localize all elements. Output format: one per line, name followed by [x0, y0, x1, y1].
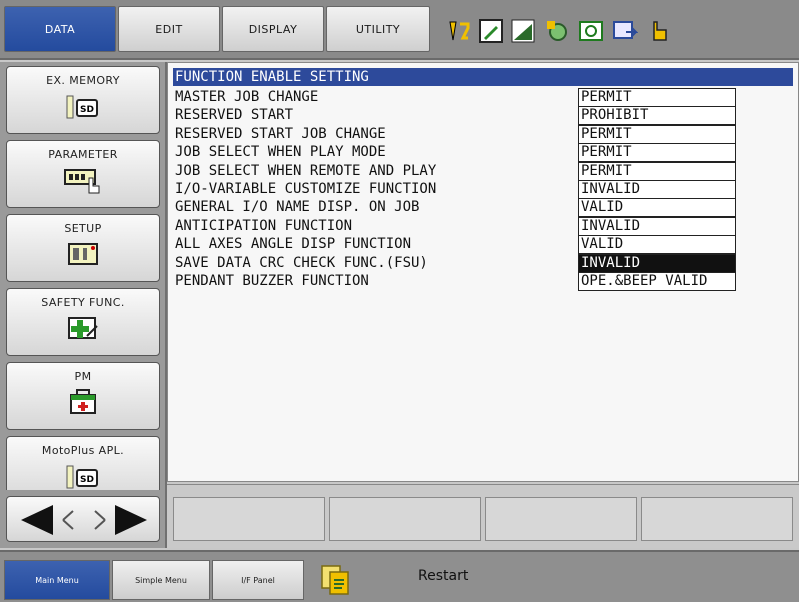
- setting-value-field[interactable]: PROHIBIT: [578, 106, 736, 126]
- parameter-button[interactable]: PARAMETER: [6, 140, 160, 208]
- safety-func-button[interactable]: SAFETY FUNC.: [6, 288, 160, 356]
- setting-value-field[interactable]: OPE.&BEEP VALID: [578, 272, 736, 291]
- setting-value-field[interactable]: PERMIT: [578, 143, 736, 163]
- setting-row: RESERVED START PROHIBIT: [175, 105, 795, 126]
- softkey-4[interactable]: [641, 497, 793, 541]
- restart-pages-icon[interactable]: [318, 562, 356, 598]
- edit-mode-icon[interactable]: [478, 18, 504, 44]
- setup-button[interactable]: SETUP: [6, 214, 160, 282]
- setting-value-field[interactable]: INVALID: [578, 180, 736, 199]
- softkey-1[interactable]: [173, 497, 325, 541]
- setting-row: I/O-VARIABLE CUSTOMIZE FUNCTION INVALID: [175, 179, 795, 199]
- tab-display[interactable]: DISPLAY: [222, 6, 324, 52]
- footer-bar: Main Menu Simple Menu I/F Panel Restart: [0, 550, 799, 602]
- top-menu-bar: DATA EDIT DISPLAY UTILITY: [0, 0, 799, 60]
- sd-card-icon: SD: [66, 95, 98, 119]
- side-menu: EX. MEMORY SD PARAMETER SETUP SAFETY FUN…: [0, 62, 167, 548]
- setting-label: RESERVED START: [175, 107, 294, 124]
- setting-value-field[interactable]: PERMIT: [578, 161, 736, 181]
- svg-text:SD: SD: [80, 105, 94, 115]
- setting-label: ANTICIPATION FUNCTION: [175, 217, 353, 234]
- setting-value-field[interactable]: INVALID: [578, 216, 736, 236]
- tab-utility[interactable]: UTILITY: [326, 6, 430, 52]
- setting-value-field[interactable]: PERMIT: [578, 88, 736, 107]
- page-arrows-icon: [21, 505, 147, 535]
- restart-label[interactable]: Restart: [418, 568, 468, 584]
- setting-row: RESERVED START JOB CHANGE PERMIT: [175, 124, 795, 144]
- page-nav: [0, 490, 167, 548]
- main-menu-tab[interactable]: Main Menu: [4, 560, 110, 600]
- svg-text:SD: SD: [80, 475, 94, 485]
- simple-menu-tab[interactable]: Simple Menu: [112, 560, 210, 600]
- setting-label: MASTER JOB CHANGE: [175, 89, 319, 105]
- softkey-strip: [167, 484, 799, 548]
- setting-row: ALL AXES ANGLE DISP FUNCTION VALID: [175, 234, 795, 255]
- setting-row: JOB SELECT WHEN REMOTE AND PLAY PERMIT: [175, 161, 795, 181]
- setting-label: SAVE DATA CRC CHECK FUNC.(FSU): [175, 254, 428, 271]
- setting-value-field[interactable]: VALID: [578, 198, 736, 218]
- setting-label: JOB SELECT WHEN PLAY MODE: [175, 144, 386, 161]
- function-enable-setting-panel: FUNCTION ENABLE SETTING MASTER JOB CHANG…: [167, 62, 799, 482]
- signal-bars-icon[interactable]: [510, 18, 536, 44]
- setting-value-field[interactable]: INVALID: [578, 253, 736, 273]
- setting-label: RESERVED START JOB CHANGE: [175, 125, 386, 142]
- pointing-hand-icon[interactable]: [646, 18, 672, 44]
- camera-icon[interactable]: [578, 18, 604, 44]
- setting-label: GENERAL I/O NAME DISP. ON JOB: [175, 199, 420, 216]
- tab-edit[interactable]: EDIT: [118, 6, 220, 52]
- setting-row: GENERAL I/O NAME DISP. ON JOB VALID: [175, 197, 795, 218]
- setting-row: SAVE DATA CRC CHECK FUNC.(FSU) INVALID: [175, 253, 795, 273]
- robot-gear-icon[interactable]: [544, 18, 570, 44]
- setting-row: JOB SELECT WHEN PLAY MODE PERMIT: [175, 142, 795, 163]
- setting-row: MASTER JOB CHANGE PERMIT: [175, 87, 795, 107]
- ex-memory-button[interactable]: EX. MEMORY SD: [6, 66, 160, 134]
- setting-row: PENDANT BUZZER FUNCTION OPE.&BEEP VALID: [175, 271, 795, 291]
- monitor-arrow-icon[interactable]: [612, 18, 638, 44]
- side-label: SETUP: [64, 222, 102, 235]
- side-label: PARAMETER: [48, 148, 118, 161]
- sd-card-icon: SD: [66, 465, 98, 489]
- side-label: MotoPlus APL.: [41, 444, 125, 457]
- setting-row: ANTICIPATION FUNCTION INVALID: [175, 216, 795, 236]
- setting-label: ALL AXES ANGLE DISP FUNCTION: [175, 236, 412, 253]
- safety-cross-icon: [68, 317, 98, 339]
- tab-data[interactable]: DATA: [4, 6, 116, 52]
- axis-arrows-icon[interactable]: [446, 18, 472, 44]
- pm-button[interactable]: PM: [6, 362, 160, 430]
- softkey-3[interactable]: [485, 497, 637, 541]
- setting-label: JOB SELECT WHEN REMOTE AND PLAY: [175, 162, 437, 179]
- side-label: PM: [74, 370, 92, 383]
- setting-label: PENDANT BUZZER FUNCTION: [175, 273, 369, 289]
- side-label: EX. MEMORY: [46, 74, 120, 87]
- if-panel-tab[interactable]: I/F Panel: [212, 560, 304, 600]
- softkey-2[interactable]: [329, 497, 481, 541]
- medical-kit-icon: [70, 389, 96, 414]
- setting-value-field[interactable]: PERMIT: [578, 124, 736, 144]
- side-label: SAFETY FUNC.: [41, 296, 125, 309]
- setting-value-field[interactable]: VALID: [578, 235, 736, 255]
- page-nav-button[interactable]: [6, 496, 160, 542]
- parameter-hand-icon: [64, 169, 100, 194]
- page-title: FUNCTION ENABLE SETTING: [173, 68, 793, 86]
- setup-panel-icon: [68, 243, 98, 265]
- setting-label: I/O-VARIABLE CUSTOMIZE FUNCTION: [175, 181, 437, 197]
